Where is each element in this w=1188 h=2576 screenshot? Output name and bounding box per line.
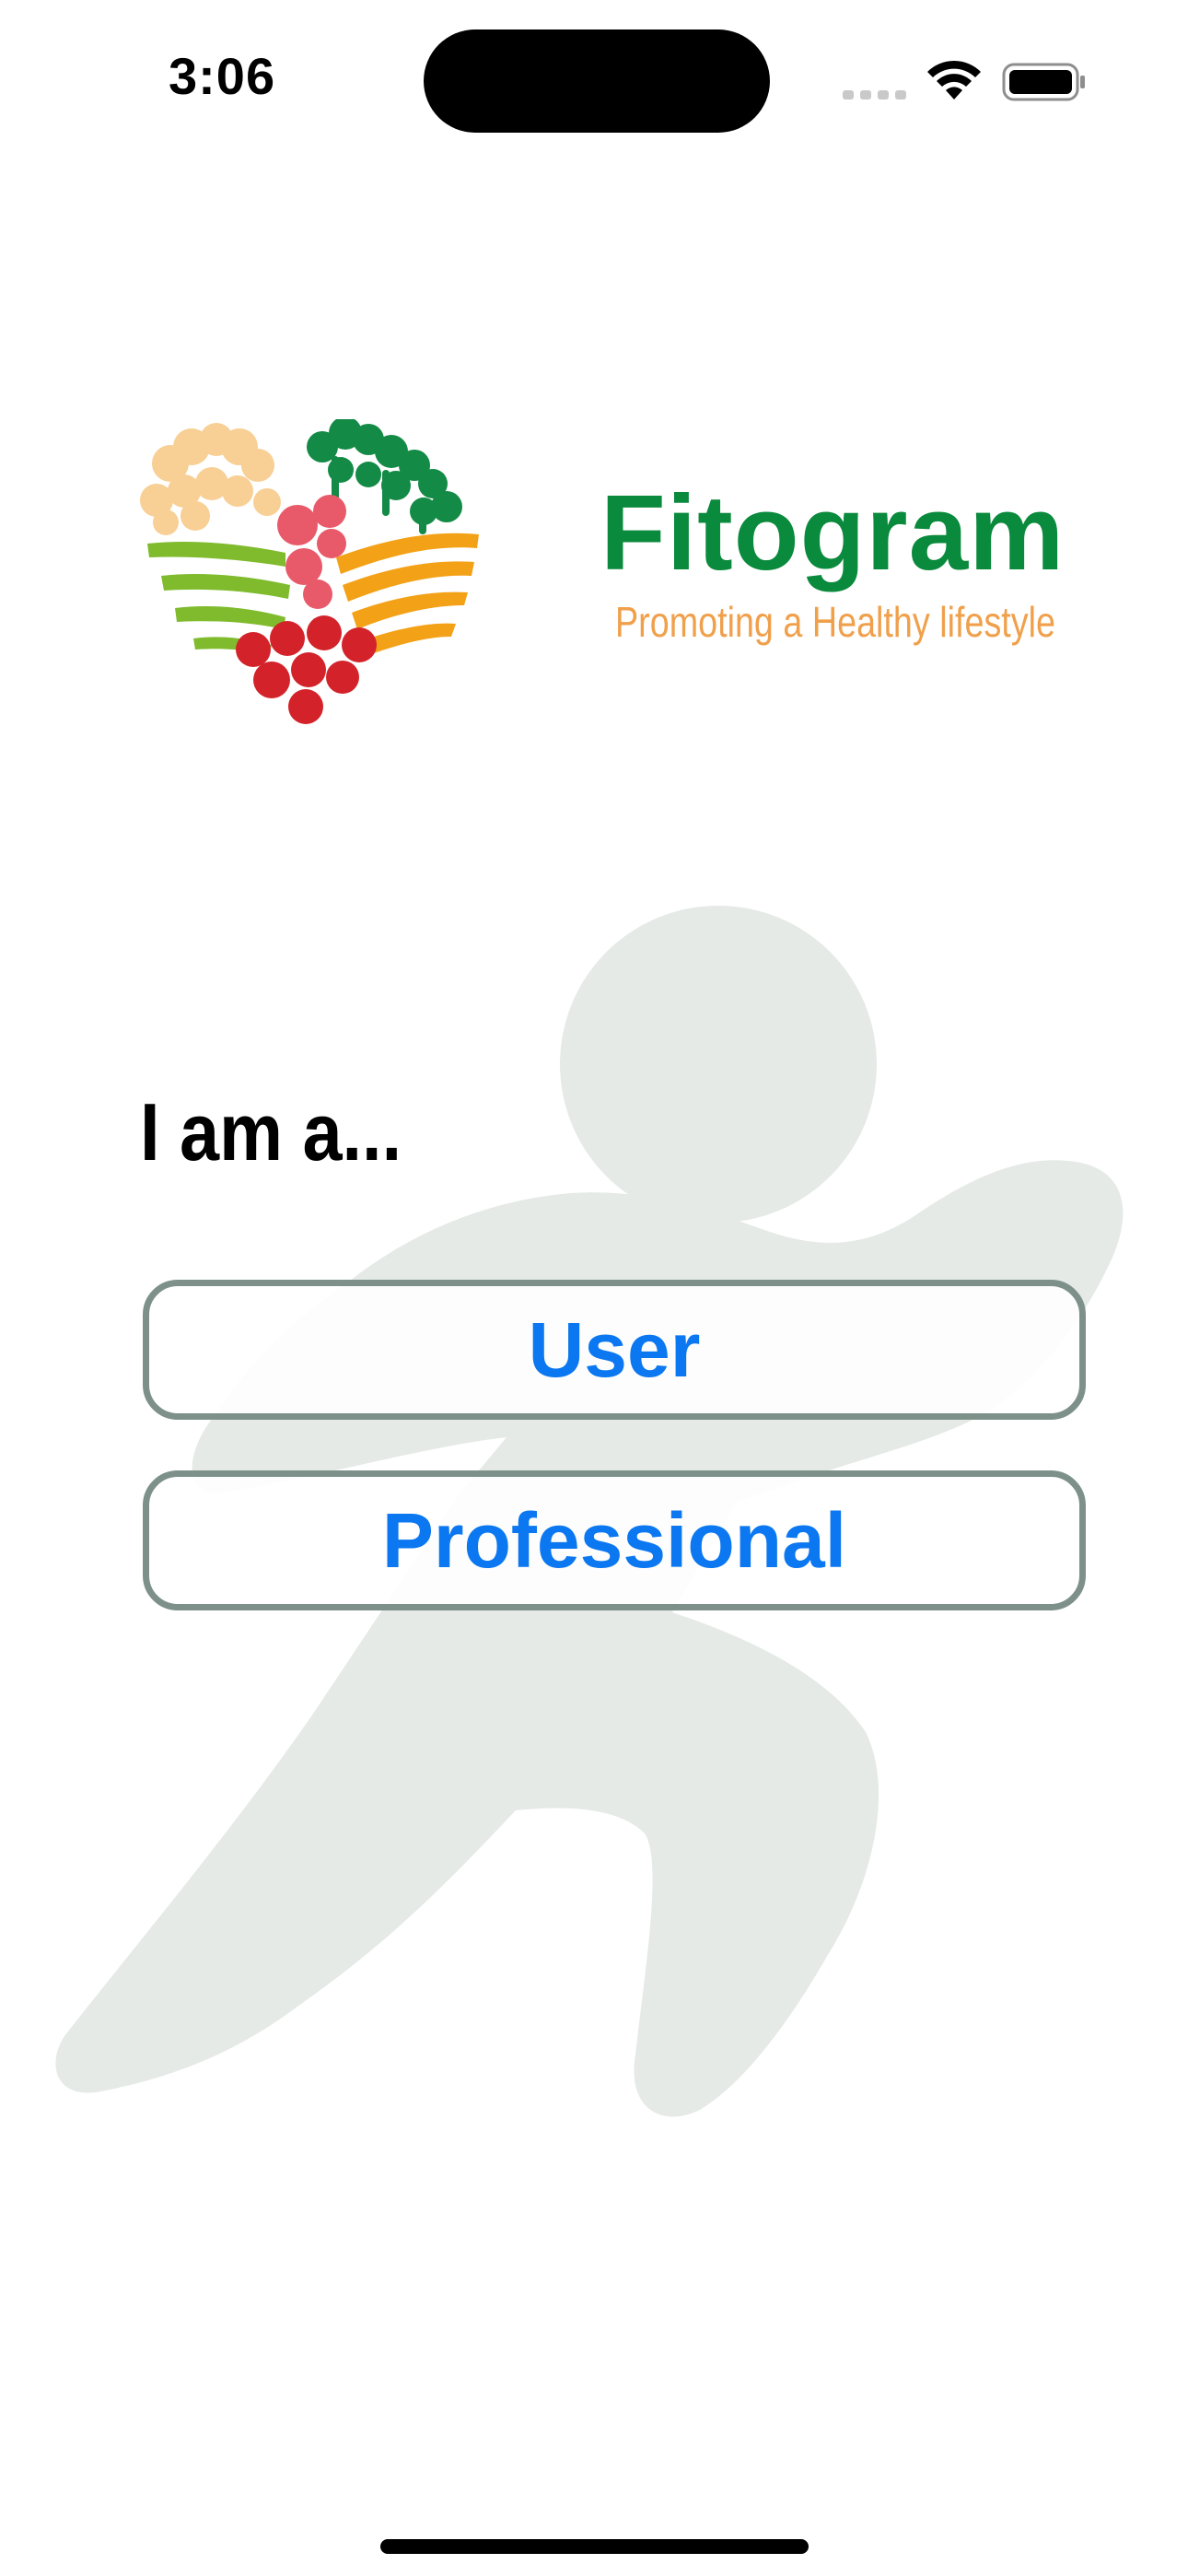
professional-role-button[interactable]: Professional <box>143 1470 1086 1610</box>
brand-name: Fitogram <box>600 473 1066 592</box>
user-role-button[interactable]: User <box>143 1280 1086 1420</box>
status-bar: 3:06 <box>0 0 1188 157</box>
home-indicator[interactable] <box>380 2539 809 2554</box>
wifi-icon <box>927 60 981 100</box>
fitogram-logo-icon <box>140 419 479 724</box>
cellular-signal-icon <box>843 90 906 100</box>
brand-tagline: Promoting a Healthy lifestyle <box>615 598 1056 646</box>
role-prompt-heading: I am a... <box>140 1086 402 1177</box>
status-time: 3:06 <box>169 47 276 105</box>
battery-icon <box>1002 63 1085 101</box>
dynamic-island <box>424 29 770 133</box>
